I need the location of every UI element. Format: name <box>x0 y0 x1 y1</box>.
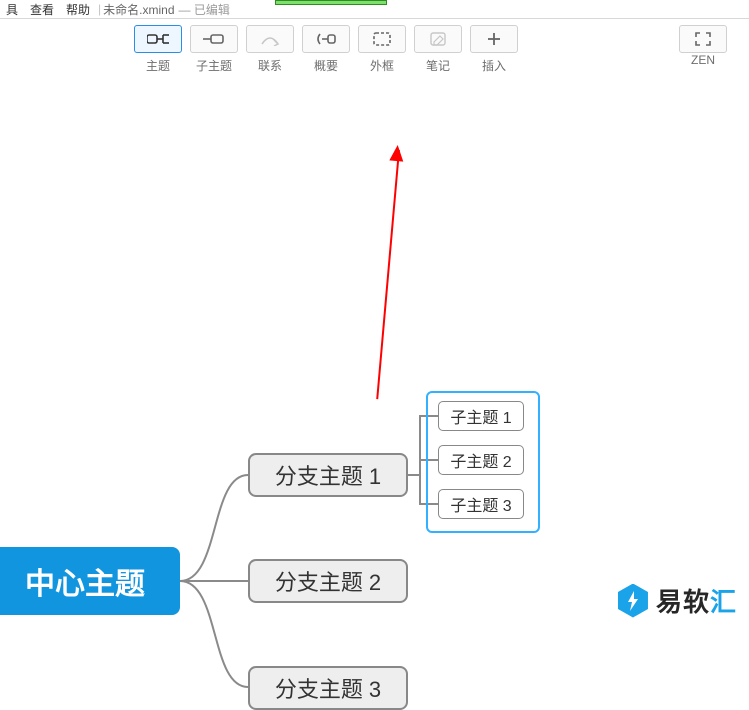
summary-button[interactable]: 概要 <box>298 19 354 74</box>
topic-icon <box>134 25 182 53</box>
annotation-arrow-line <box>376 150 400 399</box>
watermark-logo-icon <box>618 584 648 618</box>
insert-button[interactable]: 插入 <box>466 19 522 74</box>
subtopic-2[interactable]: 子主题 2 <box>438 445 524 475</box>
topic-label: 主题 <box>146 57 170 74</box>
relation-button[interactable]: 联系 <box>242 19 298 74</box>
topic-button[interactable]: 主题 <box>130 19 186 74</box>
document-filename: 未命名.xmind <box>103 1 174 18</box>
menu-divider: | <box>98 2 101 16</box>
mindmap-canvas[interactable]: 中心主题 分支主题 1 分支主题 2 分支主题 3 子主题 1 子主题 2 子主… <box>0 75 749 629</box>
relation-label: 联系 <box>258 57 282 74</box>
central-topic-node[interactable]: 中心主题 <box>0 547 180 615</box>
subtopic-1[interactable]: 子主题 1 <box>438 401 524 431</box>
branch-topic-3[interactable]: 分支主题 3 <box>248 666 408 710</box>
zen-label: ZEN <box>691 53 715 67</box>
document-status: — 已编辑 <box>179 1 230 18</box>
zen-icon <box>679 25 727 53</box>
subtopic-icon <box>190 25 238 53</box>
watermark: 易软汇 <box>618 582 737 619</box>
subtopic-button[interactable]: 子主题 <box>186 19 242 74</box>
branch-topic-2[interactable]: 分支主题 2 <box>248 559 408 603</box>
branch-topic-1[interactable]: 分支主题 1 <box>248 453 408 497</box>
summary-label: 概要 <box>314 57 338 74</box>
window-accent-strip <box>275 0 387 5</box>
note-button[interactable]: 笔记 <box>410 19 466 74</box>
menu-item-tools[interactable]: 具 <box>0 0 24 19</box>
boundary-button[interactable]: 外框 <box>354 19 410 74</box>
menu-item-view[interactable]: 查看 <box>24 0 60 19</box>
relation-icon <box>246 25 294 53</box>
watermark-text-b: 汇 <box>710 582 737 619</box>
insert-icon <box>470 25 518 53</box>
summary-icon <box>302 25 350 53</box>
watermark-text-a: 易软 <box>656 582 710 619</box>
zen-button[interactable]: ZEN <box>675 19 731 67</box>
toolbar-group: 主题 子主题 联系 概要 外框 <box>130 19 522 74</box>
menu-item-help[interactable]: 帮助 <box>60 0 96 19</box>
toolbar: 主题 子主题 联系 概要 外框 <box>0 19 749 76</box>
boundary-label: 外框 <box>370 57 394 74</box>
note-label: 笔记 <box>426 57 450 74</box>
boundary-icon <box>358 25 406 53</box>
note-icon <box>414 25 462 53</box>
insert-label: 插入 <box>482 57 506 74</box>
subtopic-label: 子主题 <box>196 57 232 74</box>
subtopic-3[interactable]: 子主题 3 <box>438 489 524 519</box>
